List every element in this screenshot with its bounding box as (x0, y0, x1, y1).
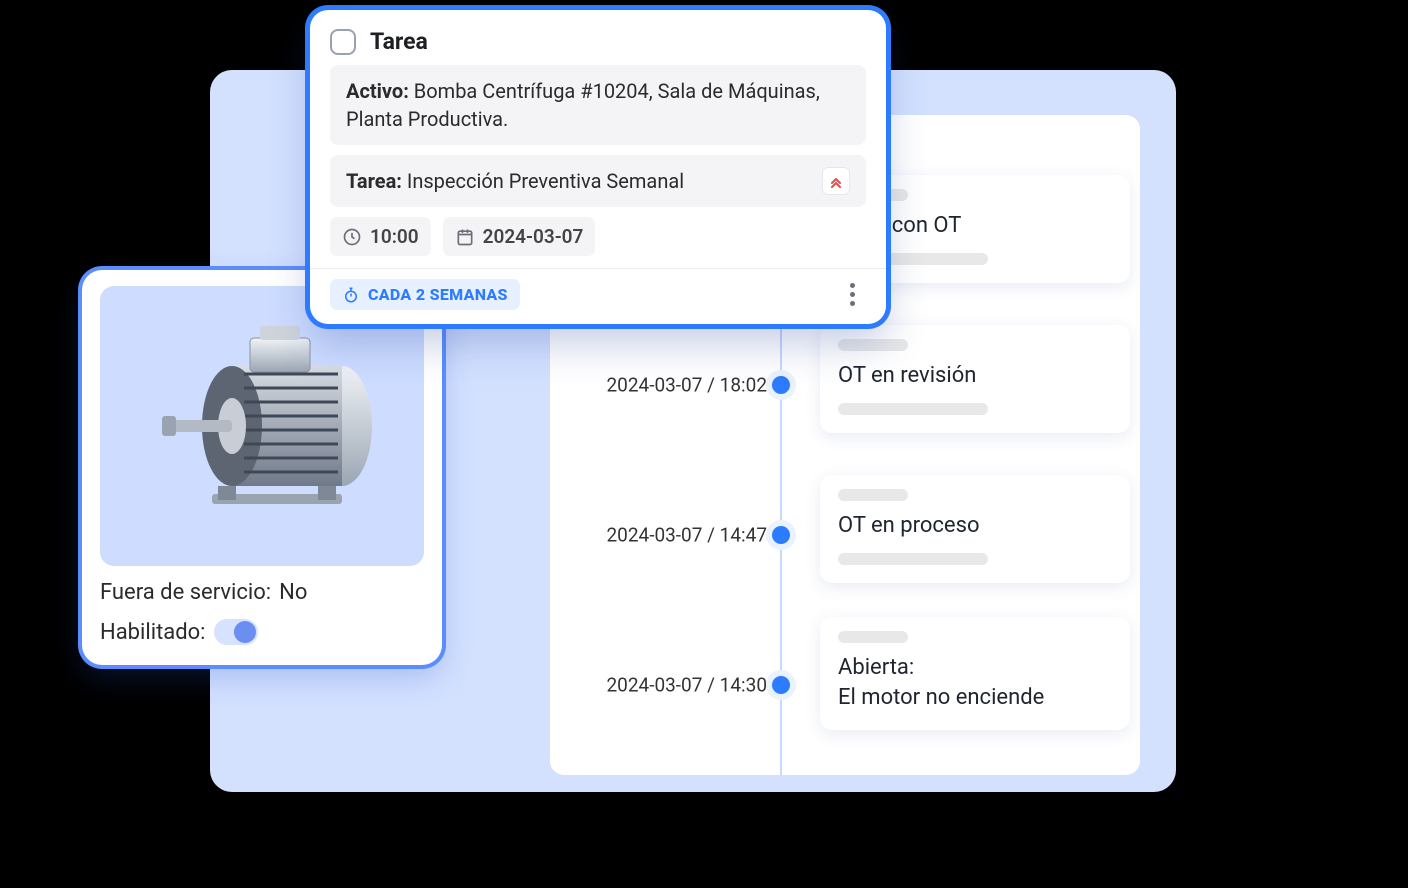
timeline-item: 2024-03-07 / 14:30 Abierta: El motor no … (550, 625, 1140, 745)
timeline-card[interactable]: OT en revisión (820, 325, 1130, 433)
timeline-card[interactable]: Abierta: El motor no enciende (820, 617, 1130, 730)
task-time-value: 10:00 (370, 225, 419, 248)
task-name-label: Tarea: (346, 169, 402, 193)
skeleton-bar (838, 489, 908, 501)
task-date-chip[interactable]: 2024-03-07 (443, 217, 596, 256)
clock-icon (342, 227, 362, 247)
timeline-dot-icon (772, 676, 790, 694)
task-asset-block: Activo: Bomba Centrífuga #10204, Sala de… (330, 65, 866, 145)
task-frequency-label: CADA 2 SEMANAS (368, 285, 508, 304)
skeleton-bar (838, 403, 988, 415)
timeline-card-title: OT en proceso (838, 511, 1112, 541)
enabled-toggle[interactable] (214, 619, 258, 645)
enabled-label: Habilitado: (100, 620, 206, 645)
task-date-value: 2024-03-07 (483, 225, 584, 248)
timeline-timestamp: 2024-03-07 / 14:30 (606, 674, 767, 697)
timeline-card-title: Abierta: El motor no enciende (838, 653, 1112, 712)
toggle-knob-icon (234, 621, 256, 643)
timeline-item: 2024-03-07 / 18:02 OT en revisión (550, 325, 1140, 445)
out-of-service-label: Fuera de servicio: (100, 580, 271, 605)
timeline-timestamp: 2024-03-07 / 14:47 (606, 524, 767, 547)
asset-out-of-service-row: Fuera de servicio: No (100, 580, 424, 605)
priority-high-icon[interactable] (822, 167, 850, 195)
skeleton-bar (838, 631, 908, 643)
task-asset-value: Bomba Centrífuga #10204, Sala de Máquina… (346, 79, 820, 131)
motor-icon (132, 316, 392, 536)
timeline-card-title: OT en revisión (838, 361, 1112, 391)
task-checkbox[interactable] (330, 29, 356, 55)
task-name-value: Inspección Preventiva Semanal (407, 169, 684, 193)
dot-icon (850, 292, 855, 297)
out-of-service-value: No (279, 580, 307, 605)
timeline-card[interactable]: OT en proceso (820, 475, 1130, 583)
task-name-block: Tarea: Inspección Preventiva Semanal (330, 155, 866, 207)
timeline-timestamp: 2024-03-07 / 18:02 (606, 374, 767, 397)
task-asset-label: Activo: (346, 79, 409, 103)
task-footer: CADA 2 SEMANAS (310, 268, 886, 312)
more-menu-button[interactable] (838, 281, 866, 309)
stopwatch-icon (342, 286, 360, 304)
timeline-item: 2024-03-07 / 14:47 OT en proceso (550, 475, 1140, 595)
task-time-chip[interactable]: 10:00 (330, 217, 431, 256)
task-frequency-chip[interactable]: CADA 2 SEMANAS (330, 279, 520, 310)
skeleton-bar (838, 339, 908, 351)
timeline-dot-icon (772, 376, 790, 394)
task-chip-row: 10:00 2024-03-07 (330, 217, 866, 256)
skeleton-bar (838, 553, 988, 565)
task-card[interactable]: Tarea Activo: Bomba Centrífuga #10204, S… (310, 10, 886, 324)
asset-card[interactable]: Fuera de servicio: No Habilitado: (82, 270, 442, 665)
task-header: Tarea (330, 28, 866, 55)
dot-icon (850, 301, 855, 306)
asset-enabled-row: Habilitado: (100, 619, 424, 645)
dot-icon (850, 283, 855, 288)
asset-image (100, 286, 424, 566)
timeline-dot-icon (772, 526, 790, 544)
task-header-label: Tarea (370, 28, 428, 55)
calendar-icon (455, 227, 475, 247)
